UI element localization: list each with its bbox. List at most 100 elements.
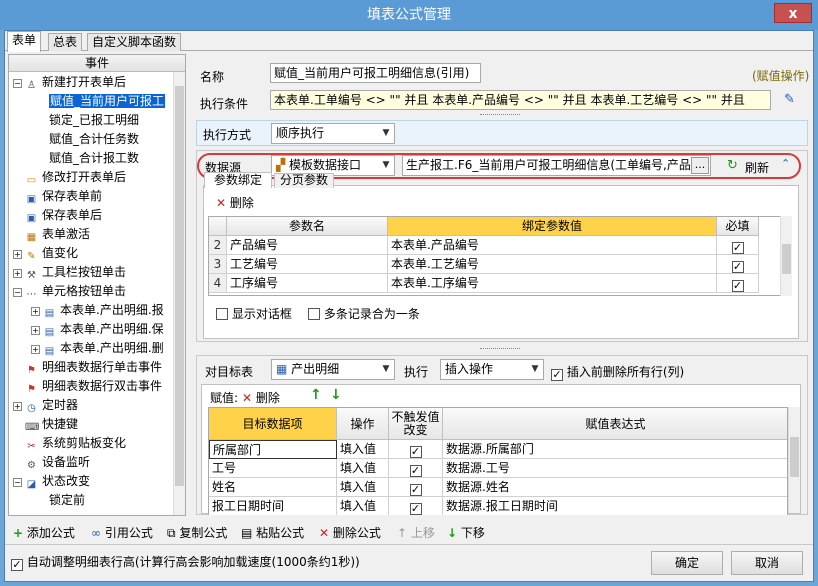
no-trigger-checkbox[interactable]: ✓ [409,503,422,515]
tree-item[interactable]: 赋值_当前用户可报工 [49,92,166,111]
tree-item[interactable]: + ⚒ 工具栏按钮单击 [13,263,126,282]
wand-icon[interactable]: ✎ [784,92,800,108]
tree-item[interactable]: ⌨ 快捷键 [13,415,78,434]
ref-formula-button[interactable]: ∞ 引用公式 [91,524,153,541]
tab-paging-params[interactable]: 分页参数 [274,173,334,188]
auto-row-height-check[interactable]: ✓ 自动调整明细表行高(计算行高会影响加载速度(1000条约1秒)) [11,553,360,571]
no-trigger-cell[interactable]: ✓ [389,459,443,478]
tree-item[interactable]: 锁定_已报工明细 [49,111,139,130]
tree-item[interactable]: + ✎ 值变化 [13,244,78,263]
no-trigger-cell[interactable]: ✓ [389,478,443,497]
expand-toggle-icon[interactable]: − [13,288,22,297]
param-name-cell[interactable]: 工艺编号 [227,255,388,274]
tab-custom-script[interactable]: 自定义脚本函数 [87,33,182,51]
tree-item[interactable]: ✂ 系统剪贴板变化 [13,434,126,453]
operation-cell[interactable]: 填入值 [337,440,389,459]
close-button[interactable]: x [774,3,812,23]
required-cell[interactable]: ✓ [717,255,759,274]
tree-item[interactable]: 赋值_合计任务数 [49,130,139,149]
tree-item[interactable]: ⚑ 明细表数据行单击事件 [13,358,162,377]
move-down-button[interactable]: ↓ 下移 [447,524,485,541]
tree-item[interactable]: 锁定前 [49,491,85,510]
expression-cell[interactable]: 数据源.所属部门 [443,440,787,459]
operation-cell[interactable]: 填入值 [337,478,389,497]
paste-formula-button[interactable]: ▤ 粘贴公式 [241,524,304,541]
param-value-cell[interactable]: 本表单.工艺编号 [388,255,717,274]
tree-item[interactable]: − ♙ 新建打开表单后 [13,73,126,92]
expand-toggle-icon[interactable]: − [13,79,22,88]
no-trigger-cell[interactable]: ✓ [389,440,443,459]
cancel-button[interactable]: 取消 [731,551,803,575]
delete-assign-button[interactable]: ✕ 删除 [242,389,280,406]
tab-param-binding[interactable]: 参数绑定 [204,172,272,188]
ok-button[interactable]: 确定 [651,551,723,575]
no-trigger-cell[interactable]: ✓ [389,497,443,515]
expand-toggle-icon[interactable]: + [13,402,22,411]
no-trigger-checkbox[interactable]: ✓ [409,465,422,477]
collapse-icon[interactable]: ⌃ [781,157,790,170]
expand-toggle-icon[interactable]: + [31,307,40,316]
datasource-input[interactable]: 生产报工.F6_当前用户可报工明细信息(工单编号,产品编 [402,155,711,176]
param-name-cell[interactable]: 工序编号 [227,274,388,293]
splitter[interactable] [480,348,520,352]
tree-item[interactable]: ▭ 修改打开表单后 [13,168,126,187]
tab-summary[interactable]: 总表 [48,33,83,51]
tree-item[interactable]: ⚙ 设备监听 [13,453,90,472]
tree-item[interactable]: + ▤ 本表单.产出明细.保 [31,320,164,339]
expand-toggle-icon[interactable]: + [13,269,22,278]
tree-item[interactable]: + ▤ 本表单.产出明细.删 [31,339,164,358]
move-up-button[interactable]: ↑ 上移 [397,524,435,541]
param-name-cell[interactable]: 产品编号 [227,236,388,255]
show-dialog-check[interactable]: 显示对话框 [216,305,292,322]
no-trigger-checkbox[interactable]: ✓ [409,484,422,496]
merge-rows-check[interactable]: 多条记录合为一条 [308,305,420,322]
exec-mode-select[interactable]: 顺序执行 ▼ [271,123,395,144]
delete-formula-button[interactable]: ✕ 删除公式 [319,524,381,541]
clear-rows-check[interactable]: ✓ 插入前删除所有行(列) [551,363,684,381]
required-cell[interactable]: ✓ [717,274,759,293]
add-formula-button[interactable]: + 添加公式 [13,524,75,541]
exec-op-select[interactable]: 插入操作 ▼ [440,359,544,380]
target-item-cell[interactable]: 所属部门 [209,440,337,459]
required-checkbox[interactable]: ✓ [731,261,744,273]
tree-item[interactable]: ▣ 保存表单前 [13,187,102,206]
expression-cell[interactable]: 数据源.报工日期时间 [443,497,787,515]
tree-item[interactable]: ▦ 表单激活 [13,225,90,244]
operation-cell[interactable]: 填入值 [337,459,389,478]
param-value-cell[interactable]: 本表单.工序编号 [388,274,717,293]
target-table-select[interactable]: ▦ 产出明细 ▼ [271,359,395,380]
target-item-cell[interactable]: 工号 [209,459,337,478]
tree-item[interactable]: ⚑ 明细表数据行双击事件 [13,377,162,396]
delete-param-button[interactable]: ✕ 删除 [216,194,254,211]
move-up-icon[interactable]: ↑ [310,387,322,403]
expression-cell[interactable]: 数据源.姓名 [443,478,787,497]
refresh-button[interactable]: 刷新 [745,159,769,176]
tree-scrollbar[interactable] [173,72,185,515]
name-input[interactable]: 赋值_当前用户可报工明细信息(引用) [270,63,481,83]
operation-cell[interactable]: 填入值 [337,497,389,515]
tree-item[interactable]: − ⋯ 单元格按钮单击 [13,282,126,301]
copy-formula-button[interactable]: ⧉ 复制公式 [167,524,227,541]
assign-grid-scrollbar[interactable] [788,407,800,513]
tab-form[interactable]: 表单 [7,31,42,52]
condition-input[interactable]: 本表单.工单编号 <> "" 并且 本表单.产品编号 <> "" 并且 本表单.… [270,90,771,110]
splitter[interactable] [480,114,520,118]
no-trigger-checkbox[interactable]: ✓ [409,446,422,458]
param-grid-scrollbar[interactable] [780,216,792,296]
browse-button[interactable]: ... [691,157,709,174]
expression-cell[interactable]: 数据源.工号 [443,459,787,478]
expand-toggle-icon[interactable]: + [13,250,22,259]
tree-item[interactable]: ▣ 保存表单后 [13,206,102,225]
tree-item[interactable]: 赋值_合计报工数 [49,149,139,168]
required-checkbox[interactable]: ✓ [731,242,744,254]
move-down-icon[interactable]: ↓ [330,387,342,403]
target-item-cell[interactable]: 报工日期时间 [209,497,337,515]
required-cell[interactable]: ✓ [717,236,759,255]
required-checkbox[interactable]: ✓ [731,280,744,292]
tree-item[interactable]: − ◪ 状态改变 [13,472,90,491]
tree-item[interactable]: + ◷ 定时器 [13,396,78,415]
expand-toggle-icon[interactable]: − [13,478,22,487]
tree-item[interactable]: + ▤ 本表单.产出明细.报 [31,301,164,320]
expand-toggle-icon[interactable]: + [31,326,40,335]
refresh-icon[interactable]: ↻ [727,158,738,173]
